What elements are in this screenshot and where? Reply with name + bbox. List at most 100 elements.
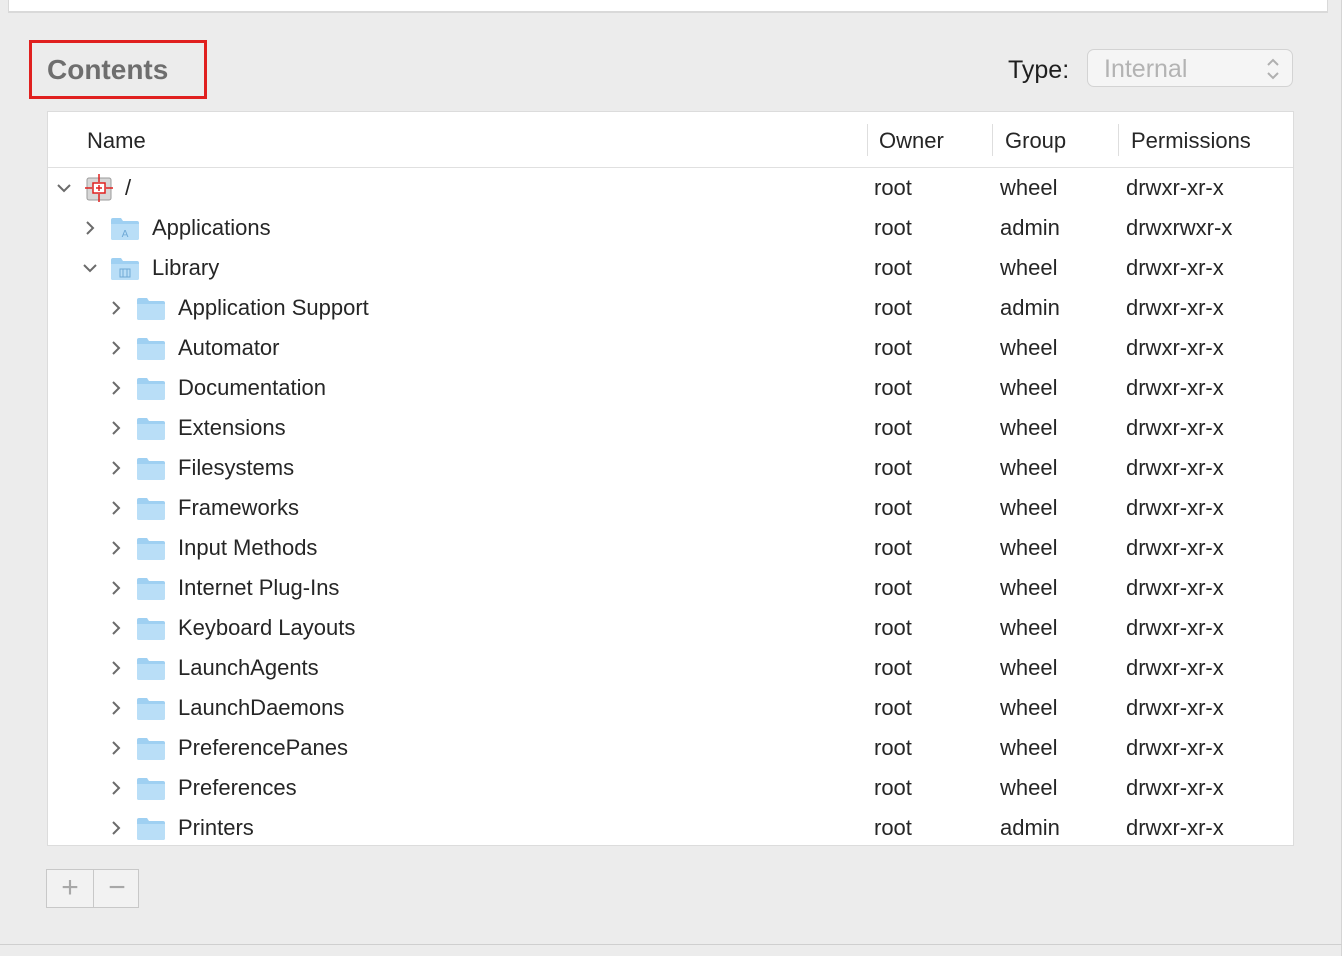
row-permissions: drwxr-xr-x bbox=[1126, 375, 1224, 400]
row-owner: root bbox=[874, 575, 912, 600]
add-button[interactable]: + bbox=[47, 870, 93, 907]
table-row[interactable]: Application Support root admin drwxr-xr-x bbox=[48, 288, 1293, 328]
table-row[interactable]: Documentation root wheel drwxr-xr-x bbox=[48, 368, 1293, 408]
row-group: wheel bbox=[1000, 455, 1058, 480]
table-row[interactable]: Library root wheel drwxr-xr-x bbox=[48, 248, 1293, 288]
table-row[interactable]: Automator root wheel drwxr-xr-x bbox=[48, 328, 1293, 368]
table-row[interactable]: Preferences root wheel drwxr-xr-x bbox=[48, 768, 1293, 808]
row-name: Keyboard Layouts bbox=[178, 615, 356, 640]
row-group: wheel bbox=[1000, 655, 1058, 680]
folder-icon bbox=[136, 373, 166, 403]
chevron-right-icon[interactable] bbox=[108, 660, 124, 676]
type-label: Type: bbox=[1008, 56, 1070, 84]
row-owner: root bbox=[874, 175, 912, 200]
column-header-name[interactable]: Name bbox=[87, 128, 146, 154]
row-group: wheel bbox=[1000, 535, 1058, 560]
chevron-right-icon[interactable] bbox=[108, 300, 124, 316]
column-divider[interactable] bbox=[867, 124, 868, 156]
row-group: admin bbox=[1000, 215, 1060, 240]
chevron-right-icon[interactable] bbox=[108, 340, 124, 356]
table-row[interactable]: PreferencePanes root wheel drwxr-xr-x bbox=[48, 728, 1293, 768]
row-name: Automator bbox=[178, 335, 280, 360]
row-name: Input Methods bbox=[178, 535, 318, 560]
row-owner: root bbox=[874, 295, 912, 320]
row-group: admin bbox=[1000, 815, 1060, 840]
row-group: wheel bbox=[1000, 495, 1058, 520]
table-row[interactable]: Printers root admin drwxr-xr-x bbox=[48, 808, 1293, 845]
row-name: Frameworks bbox=[178, 495, 300, 520]
folder-icon bbox=[136, 693, 166, 723]
row-permissions: drwxr-xr-x bbox=[1126, 175, 1224, 200]
row-group: wheel bbox=[1000, 735, 1058, 760]
table-row[interactable]: Keyboard Layouts root wheel drwxr-xr-x bbox=[48, 608, 1293, 648]
table-row[interactable]: Frameworks root wheel drwxr-xr-x bbox=[48, 488, 1293, 528]
chevron-right-icon[interactable] bbox=[108, 740, 124, 756]
chevron-right-icon[interactable] bbox=[108, 540, 124, 556]
row-permissions: drwxr-xr-x bbox=[1126, 815, 1224, 840]
row-name: PreferencePanes bbox=[178, 735, 348, 760]
row-permissions: drwxr-xr-x bbox=[1126, 415, 1224, 440]
table-row[interactable]: A Applications root admin drwxrwxr-x bbox=[48, 208, 1293, 248]
row-owner: root bbox=[874, 695, 912, 720]
row-permissions: drwxr-xr-x bbox=[1126, 695, 1224, 720]
row-permissions: drwxr-xr-x bbox=[1126, 535, 1224, 560]
add-remove-bar: + − bbox=[46, 869, 139, 908]
chevron-right-icon[interactable] bbox=[108, 780, 124, 796]
chevron-right-icon[interactable] bbox=[108, 820, 124, 836]
folder-icon bbox=[136, 493, 166, 523]
folder-icon bbox=[136, 453, 166, 483]
chevron-right-icon[interactable] bbox=[108, 460, 124, 476]
column-divider[interactable] bbox=[992, 124, 993, 156]
row-name: LaunchAgents bbox=[178, 655, 319, 680]
row-group: wheel bbox=[1000, 335, 1058, 360]
table-row[interactable]: LaunchDaemons root wheel drwxr-xr-x bbox=[48, 688, 1293, 728]
row-owner: root bbox=[874, 735, 912, 760]
type-select[interactable]: Internal bbox=[1087, 49, 1293, 87]
row-name: Documentation bbox=[178, 375, 326, 400]
row-permissions: drwxr-xr-x bbox=[1126, 575, 1224, 600]
folder-icon bbox=[136, 653, 166, 683]
table-row[interactable]: LaunchAgents root wheel drwxr-xr-x bbox=[48, 648, 1293, 688]
row-group: wheel bbox=[1000, 375, 1058, 400]
row-owner: root bbox=[874, 815, 912, 840]
chevron-right-icon[interactable] bbox=[108, 420, 124, 436]
up-down-chevron-icon bbox=[1267, 58, 1279, 80]
folder-icon bbox=[136, 773, 166, 803]
column-header-permissions[interactable]: Permissions bbox=[1131, 128, 1251, 154]
column-divider[interactable] bbox=[1118, 124, 1119, 156]
column-header-owner[interactable]: Owner bbox=[879, 128, 944, 154]
table-row[interactable]: Input Methods root wheel drwxr-xr-x bbox=[48, 528, 1293, 568]
row-group: wheel bbox=[1000, 415, 1058, 440]
row-owner: root bbox=[874, 775, 912, 800]
svg-text:A: A bbox=[122, 229, 129, 240]
chevron-right-icon[interactable] bbox=[108, 500, 124, 516]
row-permissions: drwxr-xr-x bbox=[1126, 295, 1224, 320]
folder-icon bbox=[136, 573, 166, 603]
table-row[interactable]: / root wheel drwxr-xr-x bbox=[48, 168, 1293, 208]
folder-icon bbox=[136, 733, 166, 763]
table-row[interactable]: Filesystems root wheel drwxr-xr-x bbox=[48, 448, 1293, 488]
folder-icon bbox=[136, 413, 166, 443]
chevron-right-icon[interactable] bbox=[82, 220, 98, 236]
chevron-down-icon[interactable] bbox=[82, 260, 98, 276]
folder-icon bbox=[136, 293, 166, 323]
row-permissions: drwxr-xr-x bbox=[1126, 615, 1224, 640]
row-owner: root bbox=[874, 415, 912, 440]
chevron-right-icon[interactable] bbox=[108, 700, 124, 716]
chevron-right-icon[interactable] bbox=[108, 580, 124, 596]
row-name: / bbox=[125, 175, 132, 200]
row-name: LaunchDaemons bbox=[178, 695, 345, 720]
table-row[interactable]: Internet Plug-Ins root wheel drwxr-xr-x bbox=[48, 568, 1293, 608]
row-owner: root bbox=[874, 255, 912, 280]
chevron-down-icon[interactable] bbox=[56, 180, 72, 196]
chevron-right-icon[interactable] bbox=[108, 380, 124, 396]
row-permissions: drwxr-xr-x bbox=[1126, 455, 1224, 480]
remove-button[interactable]: − bbox=[94, 870, 140, 907]
row-name: Filesystems bbox=[178, 455, 295, 480]
column-header-group[interactable]: Group bbox=[1005, 128, 1066, 154]
chevron-right-icon[interactable] bbox=[108, 620, 124, 636]
row-group: wheel bbox=[1000, 255, 1058, 280]
row-permissions: drwxr-xr-x bbox=[1126, 495, 1224, 520]
table-row[interactable]: Extensions root wheel drwxr-xr-x bbox=[48, 408, 1293, 448]
type-select-value: Internal bbox=[1104, 55, 1188, 83]
